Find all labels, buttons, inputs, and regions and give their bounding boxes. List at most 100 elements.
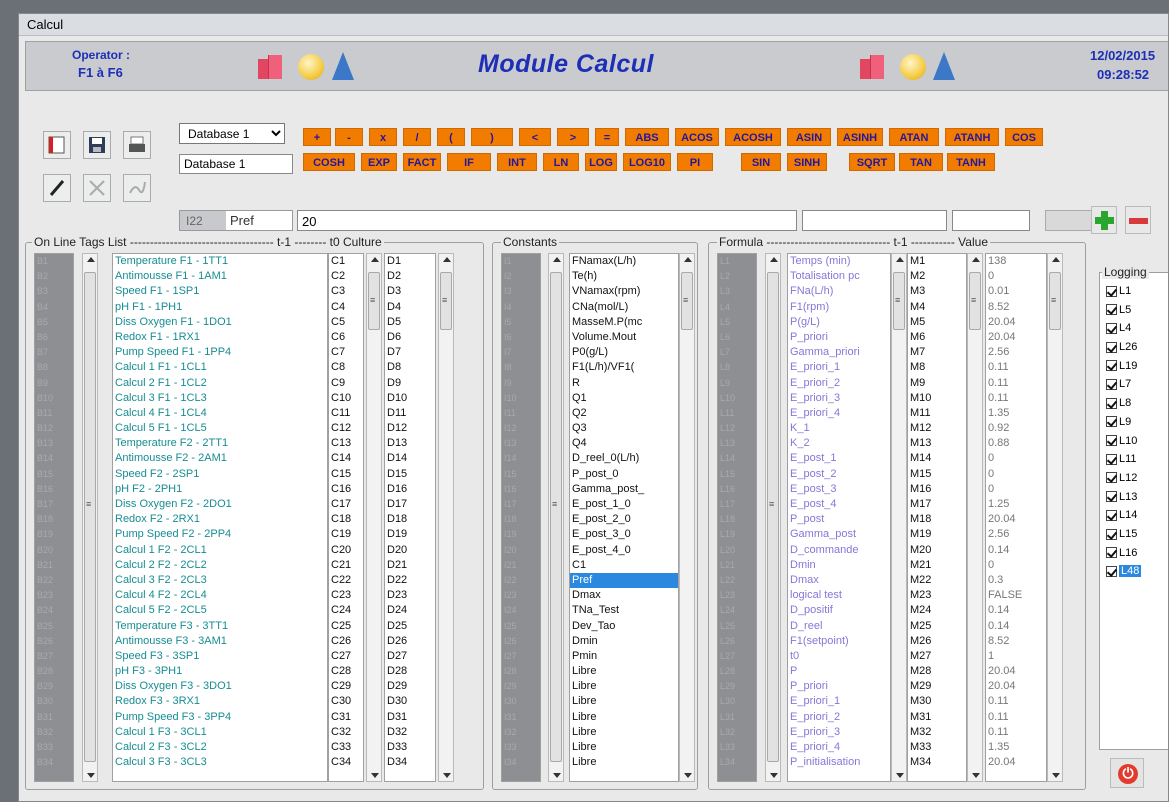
list-item[interactable]: Speed F3 - 3SP1 [113,649,327,664]
list-item[interactable]: D1 [385,254,435,269]
list-item[interactable]: R [570,376,678,391]
list-item[interactable]: E_post_1 [788,451,890,466]
list-item[interactable]: Redox F3 - 3RX1 [113,694,327,709]
list-item[interactable]: M31 [908,710,966,725]
list-item[interactable]: D28 [385,664,435,679]
op-button-9[interactable]: ABS [625,128,669,146]
list-item[interactable]: Antimousse F3 - 3AM1 [113,634,327,649]
list-item[interactable]: L9 [718,376,756,391]
list-item[interactable]: M10 [908,391,966,406]
list-item[interactable]: I28 [502,664,540,679]
list-item[interactable]: Libre [570,755,678,770]
list-item[interactable]: D18 [385,512,435,527]
checkbox-checked[interactable] [1106,397,1117,409]
list-item[interactable]: E_priori_4 [788,740,890,755]
list-item[interactable]: MasseM.P(mc [570,315,678,330]
list-item[interactable]: B9 [35,376,73,391]
op-button-2[interactable]: x [369,128,397,146]
list-item[interactable]: 0.3 [986,573,1046,588]
list-item[interactable]: Redox F2 - 2RX1 [113,512,327,527]
list-item[interactable]: M24 [908,603,966,618]
list-item[interactable]: 0.11 [986,725,1046,740]
list-item[interactable]: 20.04 [986,315,1046,330]
list-item[interactable]: 0.14 [986,603,1046,618]
list-item[interactable]: pH F3 - 3PH1 [113,664,327,679]
checkbox-checked[interactable] [1106,304,1117,316]
logging-item[interactable]: L4 [1102,322,1168,341]
list-item[interactable]: M1 [908,254,966,269]
list-item[interactable]: P_priori [788,330,890,345]
list-item[interactable]: 1.35 [986,406,1046,421]
logging-item[interactable]: L5 [1102,304,1168,323]
list-item[interactable]: Calcul 1 F1 - 1CL1 [113,360,327,375]
list-item[interactable]: Calcul 2 F3 - 3CL2 [113,740,327,755]
list-item[interactable]: B18 [35,512,73,527]
list-item[interactable]: L24 [718,603,756,618]
checkbox-checked[interactable] [1106,565,1117,577]
list-item[interactable]: M22 [908,573,966,588]
list-item[interactable]: B11 [35,406,73,421]
list-item[interactable]: E_priori_3 [788,725,890,740]
list-item[interactable]: B5 [35,315,73,330]
list-item[interactable]: L33 [718,740,756,755]
list-item[interactable]: B17 [35,497,73,512]
list-item[interactable]: 0.14 [986,619,1046,634]
list-item[interactable]: Libre [570,725,678,740]
list-item[interactable]: D16 [385,482,435,497]
list-item[interactable]: Q1 [570,391,678,406]
list-item[interactable]: E_priori_4 [788,406,890,421]
op-button-13[interactable]: ASINH [837,128,883,146]
op-button-4[interactable]: ( [437,128,465,146]
list-item[interactable]: M23 [908,588,966,603]
list-item[interactable]: I19 [502,527,540,542]
list-item[interactable]: B19 [35,527,73,542]
list-item[interactable]: Gamma_post [788,527,890,542]
op-button-9[interactable]: SIN [741,153,781,171]
list-item[interactable]: C7 [329,345,363,360]
list-item[interactable]: D13 [385,436,435,451]
list-item[interactable]: L28 [718,664,756,679]
list-item[interactable]: P_initialisation [788,755,890,770]
list-item[interactable]: M29 [908,679,966,694]
list-item[interactable]: I11 [502,406,540,421]
list-item[interactable]: B6 [35,330,73,345]
list-item[interactable]: Calcul 4 F2 - 2CL4 [113,588,327,603]
list-item[interactable]: C33 [329,740,363,755]
list-item[interactable]: Calcul 3 F1 - 1CL3 [113,391,327,406]
op-button-10[interactable]: ACOS [675,128,719,146]
op-button-4[interactable]: INT [497,153,537,171]
list-item[interactable]: L26 [718,634,756,649]
list-item[interactable]: D_commande [788,543,890,558]
list-item[interactable]: I23 [502,588,540,603]
list-item[interactable]: L10 [718,391,756,406]
checkbox-checked[interactable] [1106,341,1117,353]
logging-item[interactable]: L48 [1102,565,1168,584]
list-item[interactable]: B12 [35,421,73,436]
list-item[interactable]: D11 [385,406,435,421]
list-item[interactable]: Calcul 2 F1 - 1CL2 [113,376,327,391]
logging-item[interactable]: L9 [1102,416,1168,435]
list-item[interactable]: P_priori [788,679,890,694]
list-item[interactable]: L22 [718,573,756,588]
list-item[interactable]: D19 [385,527,435,542]
list-item[interactable]: 0.11 [986,376,1046,391]
list-item[interactable]: Calcul 1 F3 - 3CL1 [113,725,327,740]
list-item[interactable]: Libre [570,679,678,694]
save-button[interactable] [83,131,111,159]
list-item[interactable]: B30 [35,694,73,709]
list-item[interactable]: L34 [718,755,756,770]
logging-item[interactable]: L10 [1102,435,1168,454]
list-item[interactable]: F1(rpm) [788,300,890,315]
list-item[interactable]: Pump Speed F2 - 2PP4 [113,527,327,542]
list-item[interactable]: 0.92 [986,421,1046,436]
list-item[interactable]: FNa(L/h) [788,284,890,299]
list-item[interactable]: Volume.Mout [570,330,678,345]
constants-left-scrollbar[interactable]: ≡ [548,253,564,782]
checkbox-checked[interactable] [1106,509,1117,521]
list-item[interactable]: D25 [385,619,435,634]
list-item[interactable]: C24 [329,603,363,618]
list-item[interactable]: B16 [35,482,73,497]
list-item[interactable]: M5 [908,315,966,330]
list-item[interactable]: C30 [329,694,363,709]
list-item[interactable]: B23 [35,588,73,603]
